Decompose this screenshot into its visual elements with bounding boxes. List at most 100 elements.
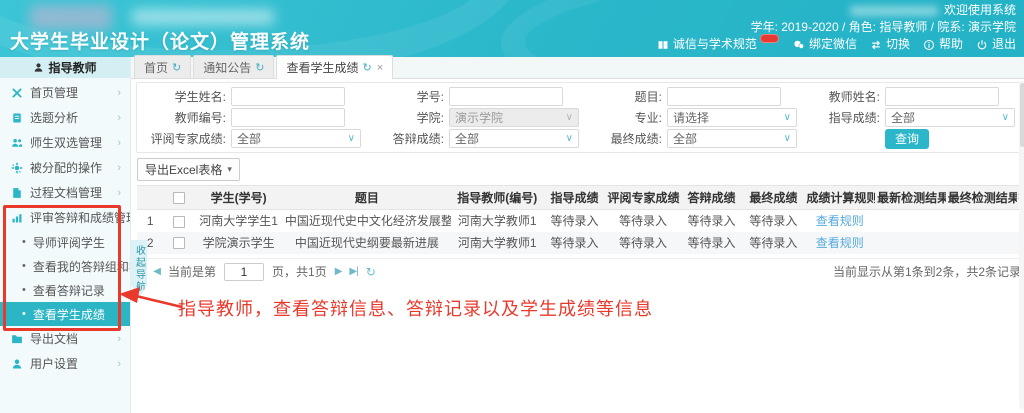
sidebar-item-review-defense-scores[interactable]: 评审答辩和成绩管理∨ [0,205,130,230]
cell-final-score: 等待录入 [742,210,804,232]
row-checkbox[interactable] [173,237,185,249]
username-blurred [850,6,938,16]
chevron-right-icon: › [117,112,121,124]
query-button[interactable]: 查询 [885,129,929,149]
last-page-icon[interactable]: ▶| [349,266,357,277]
document-icon [11,187,23,199]
logout-link[interactable]: 退出 [976,36,1016,53]
teacher-no-input[interactable] [231,108,345,127]
refresh-icon[interactable]: ↻ [362,61,371,74]
chevron-right-icon: › [117,333,121,345]
student-name-input[interactable] [231,87,345,106]
field-label: 专业: [579,109,667,126]
expert-score-select[interactable]: 全部∨ [231,129,361,148]
chevron-down-icon: ∨ [784,112,791,123]
sidebar-item-topic-analysis[interactable]: 选题分析› [0,105,130,130]
export-excel-button[interactable]: 导出Excel表格 ▾ [137,158,240,181]
field-label: 答辩成绩: [361,130,449,147]
cell-title: 中国近现代史中文化经济发展整理及研究 [283,210,451,232]
sidebar-item-mutual-selection[interactable]: 师生双选管理› [0,130,130,155]
scrollbar-thumb[interactable] [1020,83,1024,147]
view-rule-link[interactable]: 查看规则 [816,236,864,250]
sidebar-item-assigned-operations[interactable]: 被分配的操作› [0,155,130,180]
field-label: 学号: [361,88,449,105]
select-all-checkbox[interactable] [173,192,185,204]
sidebar-subitem-my-defense-group[interactable]: • 查看我的答辩组和学生 [0,254,130,278]
tab-home[interactable]: 首页 ↻ [134,55,191,78]
prev-page-icon[interactable]: ◀ [153,266,160,277]
cell-final-check [946,232,1017,254]
sidebar-item-process-documents[interactable]: 过程文档管理› [0,180,130,205]
field-label: 最终成绩: [579,130,667,147]
final-score-select[interactable]: 全部∨ [667,129,797,148]
chevron-right-icon: › [117,162,121,174]
field-label: 评阅专家成绩: [143,130,231,147]
close-icon[interactable]: × [377,62,383,74]
sidebar-subitem-student-scores[interactable]: • 查看学生成绩 [0,302,130,326]
cell-latest-check [875,232,946,254]
bind-wechat-link[interactable]: 绑定微信 [793,36,857,53]
major-select[interactable]: 请选择∨ [667,108,797,127]
help-icon [923,39,935,51]
view-rule-link[interactable]: 查看规则 [816,214,864,228]
student-no-input[interactable] [449,87,563,106]
app-header: 大学生毕业设计（论文）管理系统 欢迎使用系统 学年: 2019-2020 / 角… [0,0,1024,57]
bullet-icon: • [22,236,26,248]
main-content: 首页 ↻ 通知公告 ↻ 查看学生成绩 ↻ × 学生姓名: 学号: 题目: 教师姓… [130,57,1024,413]
row-number: 1 [137,210,164,232]
col-checkbox [164,186,195,210]
chevron-right-icon: › [117,87,121,99]
defense-score-select[interactable]: 全部∨ [449,129,579,148]
col-defense-score: 答辩成绩 [681,186,743,210]
switch-icon [870,39,882,51]
chevron-down-icon: ∨ [1002,112,1009,123]
title-input[interactable] [667,87,781,106]
power-icon [976,39,988,51]
tab-notices[interactable]: 通知公告 ↻ [193,55,274,78]
refresh-icon[interactable]: ↻ [366,265,375,279]
cell-title: 中国近现代史纲要最新进展 [283,232,451,254]
college-select: 演示学院∨ [449,108,579,127]
chart-icon [11,212,23,224]
help-link[interactable]: 帮助 [923,36,963,53]
teacher-name-input[interactable] [885,87,999,106]
caret-down-icon: ▾ [227,164,232,175]
sidebar-subitem-advisor-review[interactable]: • 导师评阅学生 [0,230,130,254]
row-checkbox[interactable] [173,216,185,228]
refresh-icon[interactable]: ↻ [255,61,264,74]
cell-guide-score: 等待录入 [544,210,606,232]
sidebar-item-home[interactable]: 首页管理› [0,80,130,105]
bullet-icon: • [22,308,26,320]
page-number-input[interactable] [224,263,264,281]
col-final-score: 最终成绩 [742,186,804,210]
sidebar-subitem-defense-records[interactable]: • 查看答辩记录 [0,278,130,302]
col-title: 题目 [283,186,451,210]
next-page-icon[interactable]: ▶ [335,266,342,277]
cell-final-check [946,210,1017,232]
record-count-text: 当前显示从第1条到2条，共2条记录 [833,263,1021,280]
integrity-link[interactable]: 诚信与学术规范 [657,36,780,53]
page-title: 大学生毕业设计（论文）管理系统 [10,27,310,54]
guide-score-select[interactable]: 全部∨ [885,108,1015,127]
search-form: 学生姓名: 学号: 题目: 教师姓名: 教师编号: 学院: 演示学院∨ 专业: … [136,82,1022,153]
refresh-icon[interactable]: ↻ [172,61,181,74]
sidebar-item-export-documents[interactable]: 导出文档› [0,326,130,351]
welcome-text: 欢迎使用系统 [944,2,1016,19]
cell-guide-score: 等待录入 [544,232,606,254]
people-icon [11,137,23,149]
cell-expert-score: 等待录入 [605,232,680,254]
sidebar-item-user-settings[interactable]: 用户设置› [0,351,130,376]
tab-student-scores[interactable]: 查看学生成绩 ↻ × [276,55,393,79]
field-label: 学院: [361,109,449,126]
field-label: 题目: [579,88,667,105]
vertical-scrollbar[interactable] [1019,81,1024,409]
table-row: 1 河南大学学生1 中国近现代史中文化经济发展整理及研究 河南大学教师1 等待录… [137,210,1021,232]
new-badge [760,34,779,43]
clipboard-icon [11,112,23,124]
cell-latest-check [875,210,946,232]
cell-defense-score: 等待录入 [681,232,743,254]
switch-role-link[interactable]: 切换 [870,36,910,53]
field-label: 学生姓名: [143,88,231,105]
col-final-check: 最终检测结果 [946,186,1017,210]
sidebar: 指导教师 首页管理› 选题分析› 师生双选管理› 被分配的操作› 过程文档管理› [0,57,130,413]
